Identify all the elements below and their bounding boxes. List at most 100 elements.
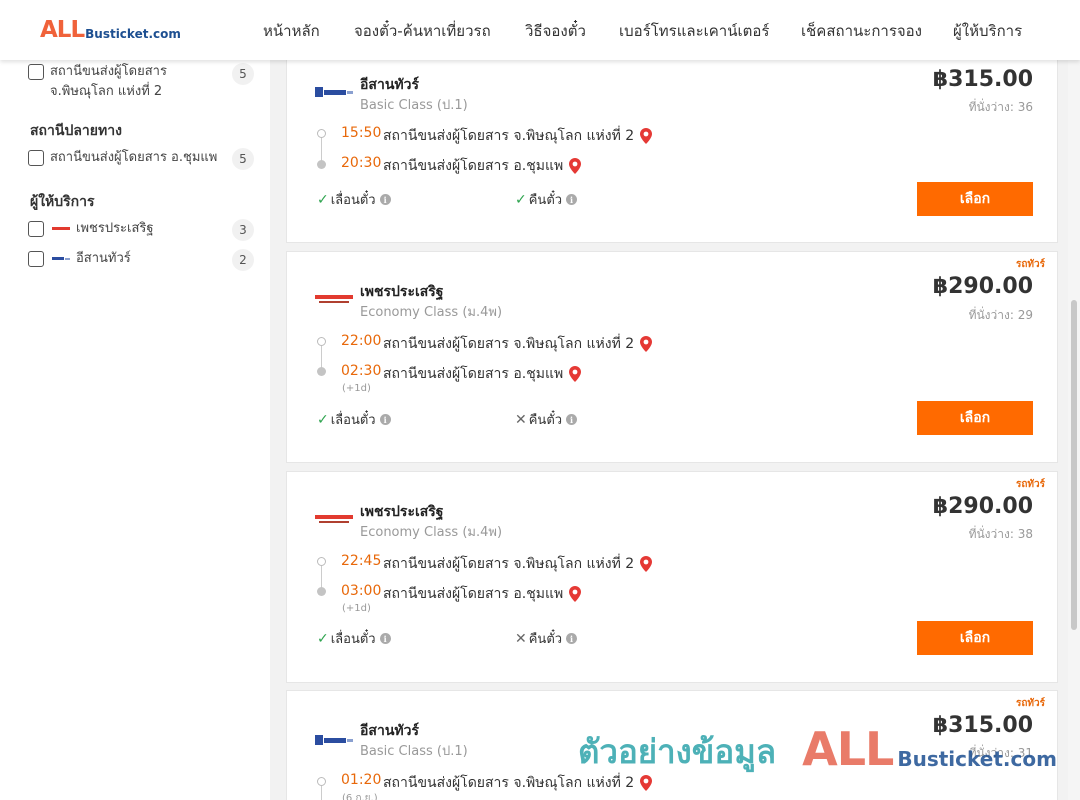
filter-origin-station[interactable]: สถานีขนส่งผู้โดยสาร จ.พิษณุโลก แห่งที่ 2 <box>28 62 258 102</box>
bus-class: Economy Class (ม.4พ) <box>360 525 503 540</box>
arrival-station[interactable]: สถานีขนส่งผู้โดยสาร อ.ชุมแพ <box>383 363 582 385</box>
destination-checkbox[interactable] <box>28 150 44 166</box>
map-pin-icon[interactable] <box>640 128 653 144</box>
info-icon[interactable]: i <box>379 414 391 425</box>
origin-label: สถานีขนส่งผู้โดยสาร จ.พิษณุโลก แห่งที่ 2 <box>50 62 167 102</box>
bus-type-tag: รถทัวร์ <box>1015 259 1045 270</box>
postpone-label: เลื่อนตั๋ว <box>330 413 376 428</box>
refund-label: คืนตั๋ว <box>528 193 563 208</box>
map-pin-icon[interactable] <box>569 586 582 602</box>
bus-class: Basic Class (ป.1) <box>360 98 468 113</box>
check-icon: ✓ <box>317 630 329 647</box>
phetprasert-logo-icon <box>315 515 353 523</box>
refund-label: คืนตั๋ว <box>528 632 563 647</box>
map-pin-icon[interactable] <box>569 366 582 382</box>
refund-policy: ✕ คืนตั๋ว i <box>515 628 578 649</box>
map-pin-icon[interactable] <box>569 158 582 174</box>
departure-station[interactable]: สถานีขนส่งผู้โดยสาร จ.พิษณุโลก แห่งที่ 2 <box>383 125 653 147</box>
operator-name: เพชรประเสริฐ <box>360 504 444 520</box>
map-pin-icon[interactable] <box>640 336 653 352</box>
seats-available: ที่นั่งว่าง: 31 <box>968 746 1033 760</box>
departure-station[interactable]: สถานีขนส่งผู้โดยสาร จ.พิษณุโลก แห่งที่ 2 <box>383 772 653 794</box>
departure-station[interactable]: สถานีขนส่งผู้โดยสาร จ.พิษณุโลก แห่งที่ 2 <box>383 333 653 355</box>
filter-destination-station[interactable]: สถานีขนส่งผู้โดยสาร อ.ชุมแพ <box>28 148 217 168</box>
info-icon[interactable]: i <box>566 414 578 425</box>
trip-price: ฿315.00 <box>932 713 1033 738</box>
arrival-dot <box>317 587 326 596</box>
seats-available: ที่นั่งว่าง: 38 <box>968 527 1033 541</box>
filter-sidebar: สถานีขนส่งผู้โดยสาร จ.พิษณุโลก แห่งที่ 2… <box>0 60 270 800</box>
cross-icon: ✕ <box>515 630 527 647</box>
scrollbar-thumb[interactable] <box>1071 300 1077 630</box>
nav-operators[interactable]: ผู้ให้บริการ <box>953 19 1022 43</box>
operator-esantour-label: อีสานทัวร์ <box>76 251 131 266</box>
timeline-line <box>321 785 322 800</box>
postpone-policy: ✓ เลื่อนตั๋ว i <box>317 409 391 430</box>
phetprasert-logo-icon <box>52 225 70 233</box>
trip-card: รถทัวร์ เพชรประเสริฐ Economy Class (ม.4พ… <box>286 471 1058 683</box>
top-header: ALL Busticket.com หน้าหลัก จองตั๋ว-ค้นหา… <box>0 0 1080 60</box>
filter-operator-esantour[interactable]: อีสานทัวร์ <box>28 249 131 269</box>
timeline-line <box>321 565 322 589</box>
operator-name: อีสานทัวร์ <box>360 77 419 93</box>
bus-type-tag: รถทัวร์ <box>1015 479 1045 490</box>
departure-station[interactable]: สถานีขนส่งผู้โดยสาร จ.พิษณุโลก แห่งที่ 2 <box>383 553 653 575</box>
departure-dot <box>317 129 326 138</box>
destination-count-badge: 5 <box>232 148 254 170</box>
info-icon[interactable]: i <box>566 194 578 205</box>
arrival-dot <box>317 160 326 169</box>
filter-operator-phetprasert[interactable]: เพชรประเสริฐ <box>28 219 154 239</box>
select-trip-button[interactable]: เลือก <box>917 401 1033 435</box>
nav-home[interactable]: หน้าหลัก <box>263 19 320 43</box>
trip-card: รถทัวร์ เพชรประเสริฐ Economy Class (ม.4พ… <box>286 251 1058 463</box>
info-icon[interactable]: i <box>379 194 391 205</box>
operator-name: อีสานทัวร์ <box>360 723 419 739</box>
operator-phetprasert-count: 3 <box>232 219 254 241</box>
trip-price: ฿315.00 <box>932 67 1033 92</box>
nav-phone-counters[interactable]: เบอร์โทรและเคาน์เตอร์ <box>619 19 769 43</box>
map-pin-icon[interactable] <box>640 556 653 572</box>
nav-how-to-book[interactable]: วิธีจองตั๋ว <box>525 19 586 43</box>
origin-checkbox[interactable] <box>28 64 44 80</box>
esantour-logo-icon <box>315 735 353 745</box>
departure-station-text: สถานีขนส่งผู้โดยสาร จ.พิษณุโลก แห่งที่ 2 <box>383 128 635 144</box>
main-nav: หน้าหลัก จองตั๋ว-ค้นหาเที่ยวรถ วิธีจองตั… <box>0 19 1080 43</box>
bus-class: Basic Class (ป.1) <box>360 744 468 759</box>
operator-esantour-checkbox[interactable] <box>28 251 44 267</box>
page-scrollbar[interactable] <box>1068 60 1080 800</box>
nav-booking-status[interactable]: เช็คสถานะการจอง <box>801 19 922 43</box>
refund-policy: ✕ คืนตั๋ว i <box>515 409 578 430</box>
select-trip-button[interactable]: เลือก <box>917 621 1033 655</box>
departure-station-text: สถานีขนส่งผู้โดยสาร จ.พิษณุโลก แห่งที่ 2 <box>383 775 635 791</box>
seats-available: ที่นั่งว่าง: 29 <box>968 308 1033 322</box>
seats-available: ที่นั่งว่าง: 36 <box>968 100 1033 114</box>
departure-dot <box>317 557 326 566</box>
trip-card: อีสานทัวร์ Basic Class (ป.1) ฿315.00 ที่… <box>286 58 1058 243</box>
postpone-policy: ✓ เลื่อนตั๋ว i <box>317 189 391 210</box>
timeline-line <box>321 345 322 369</box>
departure-time: 22:00 <box>341 333 382 349</box>
next-day-note: (+1d) <box>342 603 371 614</box>
esantour-logo-icon <box>315 87 353 97</box>
postpone-label: เลื่อนตั๋ว <box>330 193 376 208</box>
select-trip-button[interactable]: เลือก <box>917 182 1033 216</box>
check-icon: ✓ <box>317 411 329 428</box>
info-icon[interactable]: i <box>379 633 391 644</box>
operator-filter-title: ผู้ให้บริการ <box>30 194 95 210</box>
nav-book-search[interactable]: จองตั๋ว-ค้นหาเที่ยวรถ <box>354 19 491 43</box>
operator-name: เพชรประเสริฐ <box>360 284 444 300</box>
destination-filter-title: สถานีปลายทาง <box>30 123 122 139</box>
arrival-station[interactable]: สถานีขนส่งผู้โดยสาร อ.ชุมแพ <box>383 155 582 177</box>
trip-price: ฿290.00 <box>932 274 1033 299</box>
departure-station-text: สถานีขนส่งผู้โดยสาร จ.พิษณุโลก แห่งที่ 2 <box>383 336 635 352</box>
map-pin-icon[interactable] <box>640 775 653 791</box>
origin-label-line1: สถานีขนส่งผู้โดยสาร <box>50 64 167 79</box>
bus-class: Economy Class (ม.4พ) <box>360 305 503 320</box>
departure-station-text: สถานีขนส่งผู้โดยสาร จ.พิษณุโลก แห่งที่ 2 <box>383 556 635 572</box>
origin-label-line2: จ.พิษณุโลก แห่งที่ 2 <box>50 84 163 99</box>
operator-phetprasert-checkbox[interactable] <box>28 221 44 237</box>
next-day-note: (+1d) <box>342 383 371 394</box>
arrival-station[interactable]: สถานีขนส่งผู้โดยสาร อ.ชุมแพ <box>383 583 582 605</box>
info-icon[interactable]: i <box>566 633 578 644</box>
departure-time: 15:50 <box>341 125 382 141</box>
